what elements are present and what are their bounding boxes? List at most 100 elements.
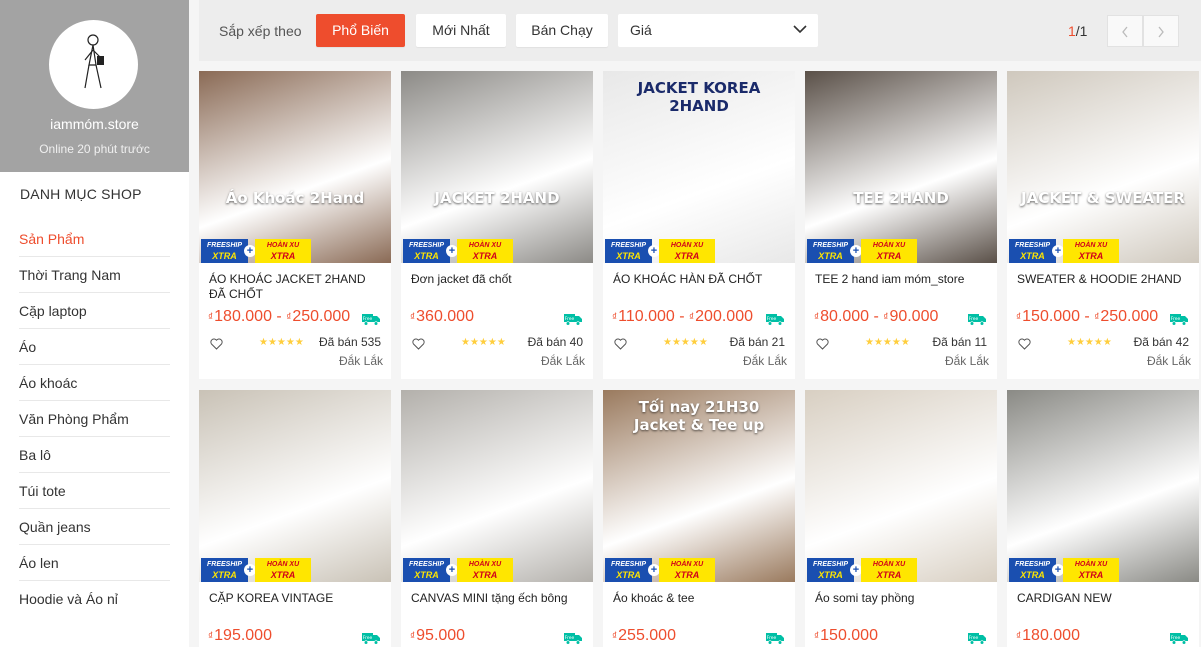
rating-stars: ★★★★★ — [663, 337, 708, 348]
product-name[interactable]: Áo khoác & tee — [613, 591, 789, 621]
hoanxu-badge: HOÀN XU XTRA — [457, 558, 513, 582]
freeship-label: FREESHIP — [610, 561, 646, 568]
sort-popular-button[interactable]: Phổ Biến — [316, 14, 405, 47]
currency-symbol: ₫ — [814, 631, 820, 642]
product-image-caption: Áo Khoác 2Hand — [225, 189, 365, 207]
freeship-badge: FREESHIP XTRA — [807, 558, 854, 582]
product-card[interactable]: FREESHIP XTRA + HOÀN XU XTRA Áo somi tay phồn… — [805, 390, 997, 647]
price-min: 180.000 — [1022, 627, 1080, 644]
hoanxu-label: HOÀN XU — [670, 242, 704, 249]
product-name[interactable]: CARDIGAN NEW — [1017, 591, 1193, 621]
hoanxu-label: HOÀN XU — [1074, 242, 1108, 249]
product-name[interactable]: Đơn jacket đã chốt — [411, 272, 587, 302]
xtra-label: XTRA — [414, 570, 439, 580]
category-item-ao-khoac[interactable]: Áo khoác — [19, 365, 170, 401]
sort-newest-button[interactable]: Mới Nhất — [416, 14, 506, 47]
product-image[interactable] — [805, 390, 997, 582]
category-item-van-phong-pham[interactable]: Văn Phòng Phẩm — [19, 401, 170, 437]
product-price: ₫80.000 - ₫90.000 — [814, 308, 938, 326]
promo-badges: FREESHIP XTRA + HOÀN XU XTRA — [1007, 558, 1199, 582]
freeship-label: FREESHIP — [408, 561, 444, 568]
product-image[interactable] — [401, 390, 593, 582]
heart-icon[interactable] — [614, 337, 627, 350]
free-shipping-truck-icon: Free — [967, 631, 987, 645]
product-image[interactable] — [1007, 390, 1199, 582]
shop-avatar[interactable] — [49, 20, 138, 109]
next-page-button[interactable] — [1143, 15, 1179, 47]
product-image[interactable]: TEE 2HAND — [805, 71, 997, 263]
category-item-tui-tote[interactable]: Túi tote — [19, 473, 170, 509]
product-name[interactable]: CẶP KOREA VINTAGE — [209, 591, 385, 621]
product-card[interactable]: Áo Khoác 2Hand FREESHIP XTRA + HOÀN XU XTRA ÁO… — [199, 71, 391, 379]
category-item-ba-lo[interactable]: Ba lô — [19, 437, 170, 473]
category-item-cap-laptop[interactable]: Cặp laptop — [19, 293, 170, 329]
category-item-thoi-trang-nam[interactable]: Thời Trang Nam — [19, 257, 170, 293]
product-name[interactable]: ÁO KHOÁC HÀN ĐÃ CHỐT — [613, 272, 789, 302]
product-card[interactable]: TEE 2HAND FREESHIP XTRA + HOÀN XU XTRA TEE 2 h… — [805, 71, 997, 379]
currency-symbol: ₫ — [1094, 312, 1100, 323]
rating-stars: ★★★★★ — [865, 337, 910, 348]
product-image[interactable]: Tối nay 21H30 Jacket & Tee up — [603, 390, 795, 582]
promo-badges: FREESHIP XTRA + HOÀN XU XTRA — [199, 558, 391, 582]
currency-symbol: ₫ — [612, 631, 618, 642]
product-image[interactable] — [199, 390, 391, 582]
product-image-caption: Tối nay 21H30 Jacket & Tee up — [633, 398, 765, 434]
product-image[interactable]: JACKET KOREA 2HAND — [603, 71, 795, 263]
product-image[interactable]: JACKET & SWEATER — [1007, 71, 1199, 263]
sort-bestseller-button[interactable]: Bán Chạy — [516, 14, 608, 47]
hoanxu-label: HOÀN XU — [670, 561, 704, 568]
rating-stars: ★★★★★ — [1067, 337, 1112, 348]
category-item-hoodie[interactable]: Hoodie và Áo nỉ — [19, 581, 170, 617]
promo-badges: FREESHIP XTRA + HOÀN XU XTRA — [805, 558, 997, 582]
freeship-badge: FREESHIP XTRA — [201, 239, 248, 263]
product-image[interactable]: Áo Khoác 2Hand — [199, 71, 391, 263]
product-card[interactable]: FREESHIP XTRA + HOÀN XU XTRA CANVAS MINI tặng… — [401, 390, 593, 647]
product-card[interactable]: Tối nay 21H30 Jacket & Tee up FREESHIP XTR… — [603, 390, 795, 647]
product-price: ₫360.000 — [410, 308, 474, 326]
sold-count: Đã bán 535 — [318, 335, 381, 349]
free-shipping-truck-icon: Free — [563, 312, 583, 326]
product-card[interactable]: JACKET KOREA 2HAND FREESHIP XTRA + HOÀN XU XT… — [603, 71, 795, 379]
product-name[interactable]: Áo somi tay phồng — [815, 591, 991, 621]
product-card[interactable]: JACKET 2HAND FREESHIP XTRA + HOÀN XU XTRA Đơn … — [401, 71, 593, 379]
product-price: ₫180.000 - ₫250.000 — [208, 308, 350, 326]
category-item-san-pham[interactable]: Sản Phẩm — [19, 221, 170, 257]
xtra-label: XTRA — [1020, 251, 1045, 261]
product-name[interactable]: ÁO KHOÁC JACKET 2HAND ĐÃ CHỐT — [209, 272, 385, 302]
heart-icon[interactable] — [412, 337, 425, 350]
free-shipping-truck-icon: Free — [361, 631, 381, 645]
shop-location: Đắk Lắk — [338, 354, 383, 368]
svg-text:Free: Free — [1171, 635, 1181, 641]
page-current: 1 — [1068, 23, 1076, 39]
freeship-label: FREESHIP — [812, 242, 848, 249]
hoanxu-label: HOÀN XU — [872, 242, 906, 249]
product-image-caption: TEE 2HAND — [853, 189, 949, 207]
category-item-ao[interactable]: Áo — [19, 329, 170, 365]
prev-page-button[interactable] — [1107, 15, 1143, 47]
product-card[interactable]: FREESHIP XTRA + HOÀN XU XTRA CARDIGAN NEW ₫180… — [1007, 390, 1199, 647]
category-item-quan-jeans[interactable]: Quần jeans — [19, 509, 170, 545]
product-image[interactable]: JACKET 2HAND — [401, 71, 593, 263]
heart-icon[interactable] — [1018, 337, 1031, 350]
promo-badges: FREESHIP XTRA + HOÀN XU XTRA — [401, 558, 593, 582]
price-min: 360.000 — [416, 308, 474, 325]
chevron-left-icon — [1122, 26, 1128, 38]
freeship-badge: FREESHIP XTRA — [605, 239, 652, 263]
heart-icon[interactable] — [816, 337, 829, 350]
svg-text:Free: Free — [363, 635, 373, 641]
product-card[interactable]: JACKET & SWEATER FREESHIP XTRA + HOÀN XU XTRA… — [1007, 71, 1199, 379]
product-card[interactable]: FREESHIP XTRA + HOÀN XU XTRA CẶP KOREA VINTAG… — [199, 390, 391, 647]
price-min: 150.000 — [820, 627, 878, 644]
price-sort-select[interactable]: Giá — [618, 14, 818, 47]
currency-symbol: ₫ — [286, 312, 292, 323]
product-name[interactable]: TEE 2 hand iam móm_store — [815, 272, 991, 302]
heart-icon[interactable] — [210, 337, 223, 350]
product-name[interactable]: CANVAS MINI tặng ếch bông — [411, 591, 587, 621]
shop-name[interactable]: iammóm.store — [0, 116, 189, 132]
product-name[interactable]: SWEATER & HOODIE 2HAND — [1017, 272, 1193, 302]
shop-online-status: Online 20 phút trước — [39, 142, 150, 156]
xtra-label: XTRA — [674, 570, 700, 580]
category-item-ao-len[interactable]: Áo len — [19, 545, 170, 581]
free-shipping-truck-icon: Free — [765, 312, 785, 326]
hoanxu-label: HOÀN XU — [468, 242, 502, 249]
